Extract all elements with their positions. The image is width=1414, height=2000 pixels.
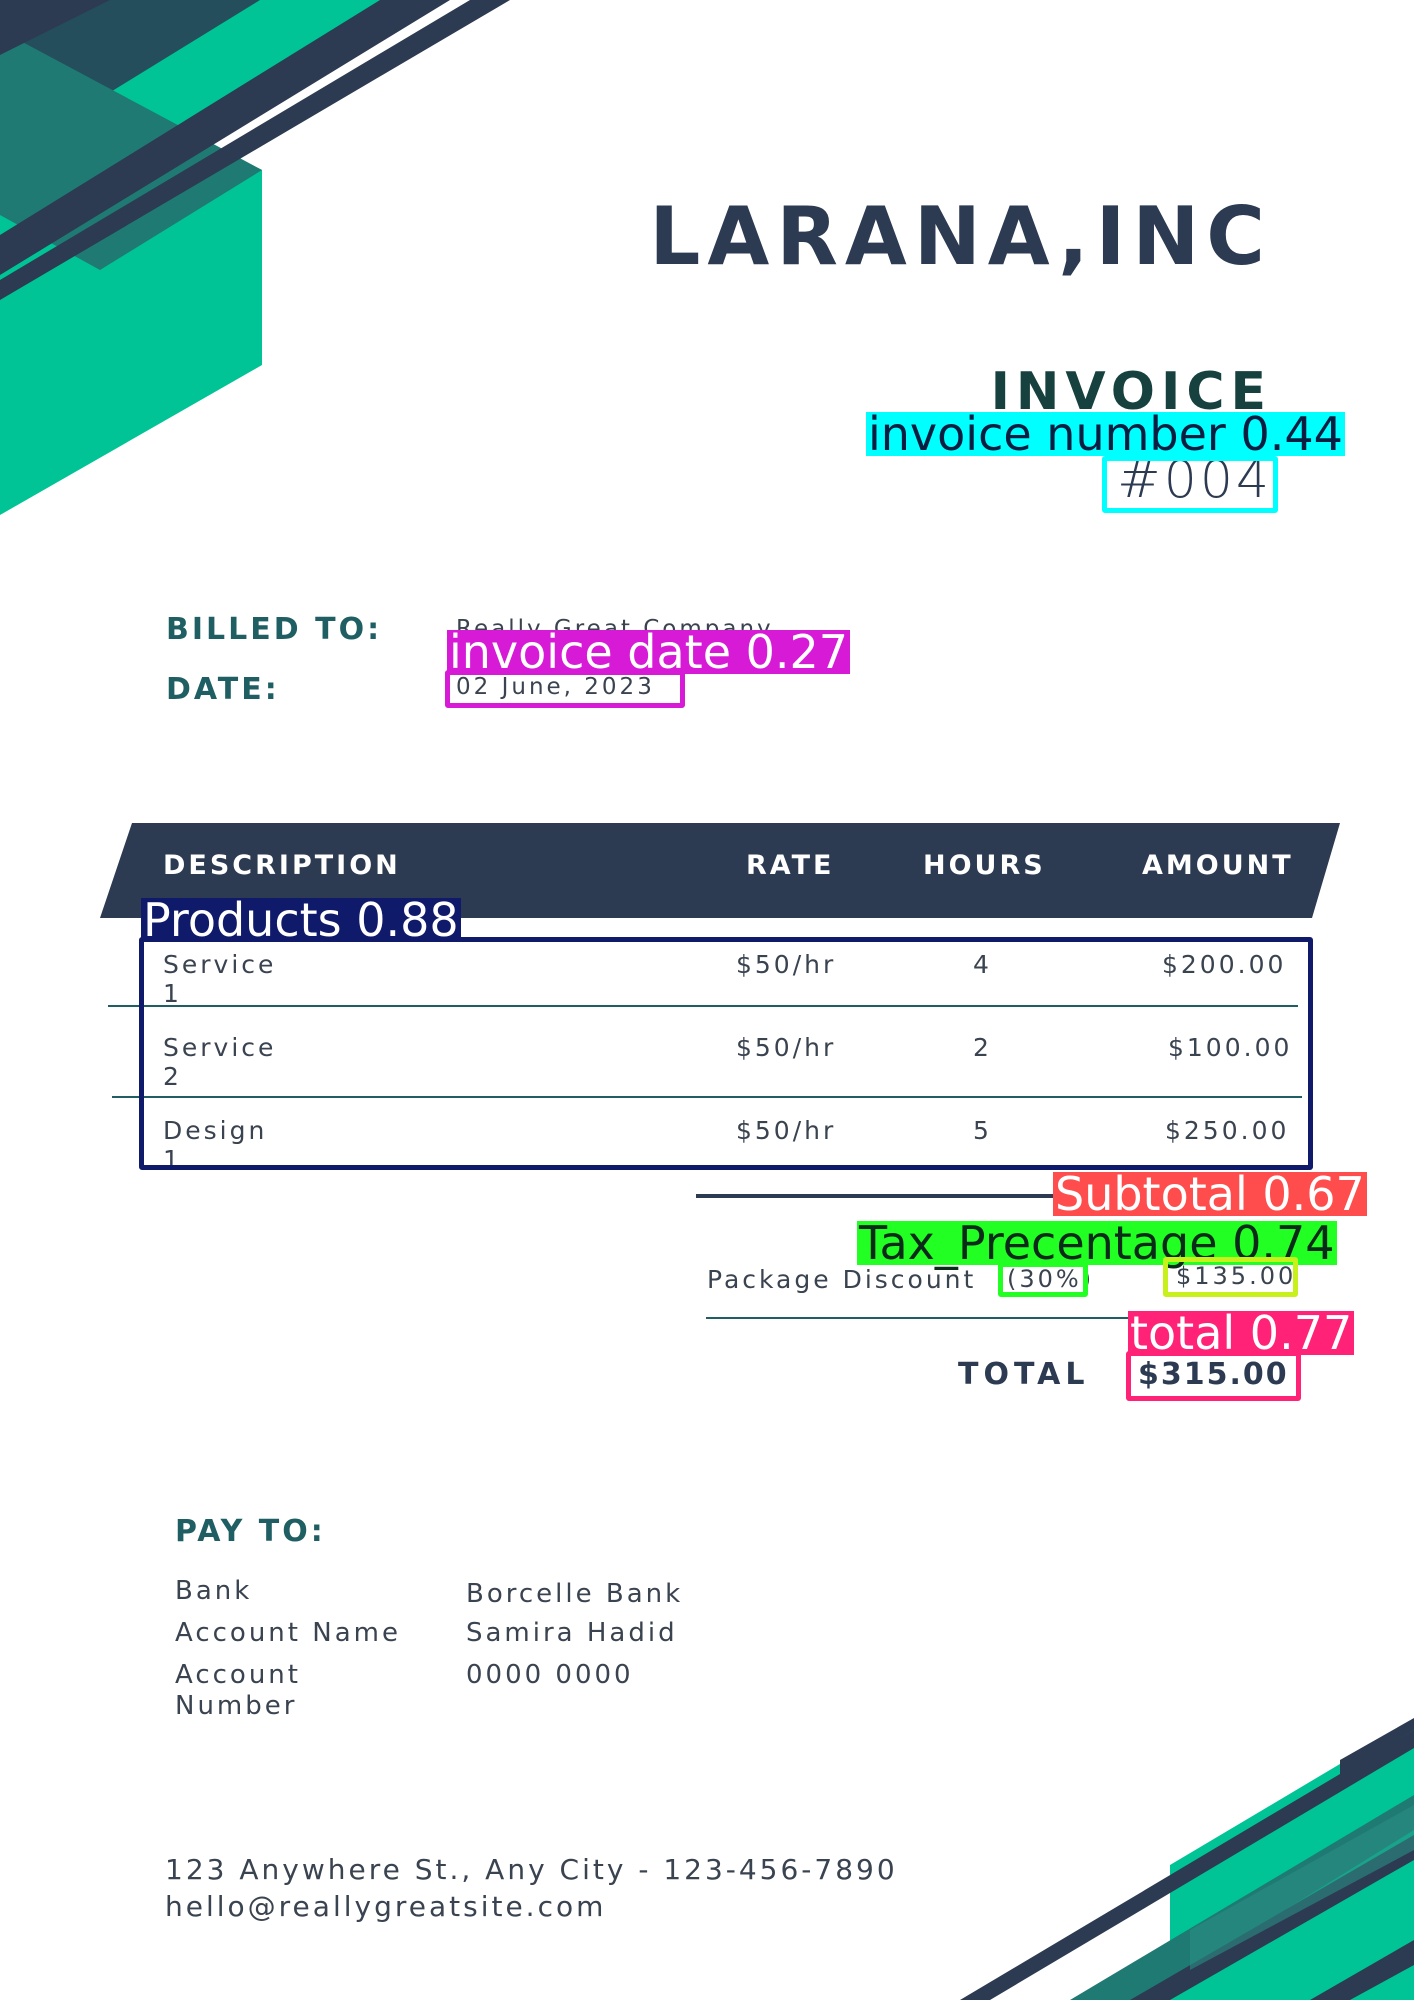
overlay-box-total bbox=[1126, 1351, 1301, 1401]
company-name: LARANA,INC bbox=[649, 190, 1272, 283]
overlay-label-products: Products 0.88 bbox=[141, 893, 461, 947]
column-header-rate: RATE bbox=[746, 850, 835, 881]
pay-to-heading: PAY TO: bbox=[175, 1514, 326, 1549]
overlay-box-invoice-number bbox=[1102, 456, 1278, 513]
account-number-label-line2: Number bbox=[175, 1691, 298, 1721]
account-number-value: 0000 0000 bbox=[466, 1660, 634, 1690]
account-name-label: Account Name bbox=[175, 1618, 401, 1648]
account-name-value: Samira Hadid bbox=[466, 1618, 678, 1648]
column-header-amount: AMOUNT bbox=[1142, 850, 1294, 881]
overlay-label-invoice-number: invoice number 0.44 bbox=[866, 407, 1345, 461]
date-label: DATE: bbox=[166, 672, 280, 707]
overlay-label-invoice-date: invoice date 0.27 bbox=[447, 625, 851, 679]
column-header-description: DESCRIPTION bbox=[163, 850, 401, 881]
billed-to-label: BILLED TO: bbox=[166, 612, 383, 647]
overlay-box-tax-value bbox=[1163, 1257, 1298, 1297]
overlay-label-total: total 0.77 bbox=[1128, 1306, 1355, 1360]
bank-label: Bank bbox=[175, 1576, 253, 1606]
footer-address: 123 Anywhere St., Any City - 123-456-789… bbox=[165, 1853, 898, 1886]
account-number-label: Account bbox=[175, 1660, 301, 1690]
overlay-box-products bbox=[139, 937, 1313, 1170]
bank-value: Borcelle Bank bbox=[466, 1579, 684, 1609]
overlay-box-tax bbox=[998, 1262, 1088, 1297]
overlay-label-subtotal: Subtotal 0.67 bbox=[1053, 1167, 1367, 1221]
bottom-right-decoration bbox=[960, 1718, 1414, 2000]
overlay-box-invoice-date bbox=[445, 670, 685, 708]
top-left-decoration bbox=[0, 0, 510, 515]
total-label: TOTAL bbox=[958, 1357, 1090, 1392]
footer-email: hello@reallygreatsite.com bbox=[165, 1890, 607, 1923]
column-header-hours: HOURS bbox=[923, 850, 1046, 881]
